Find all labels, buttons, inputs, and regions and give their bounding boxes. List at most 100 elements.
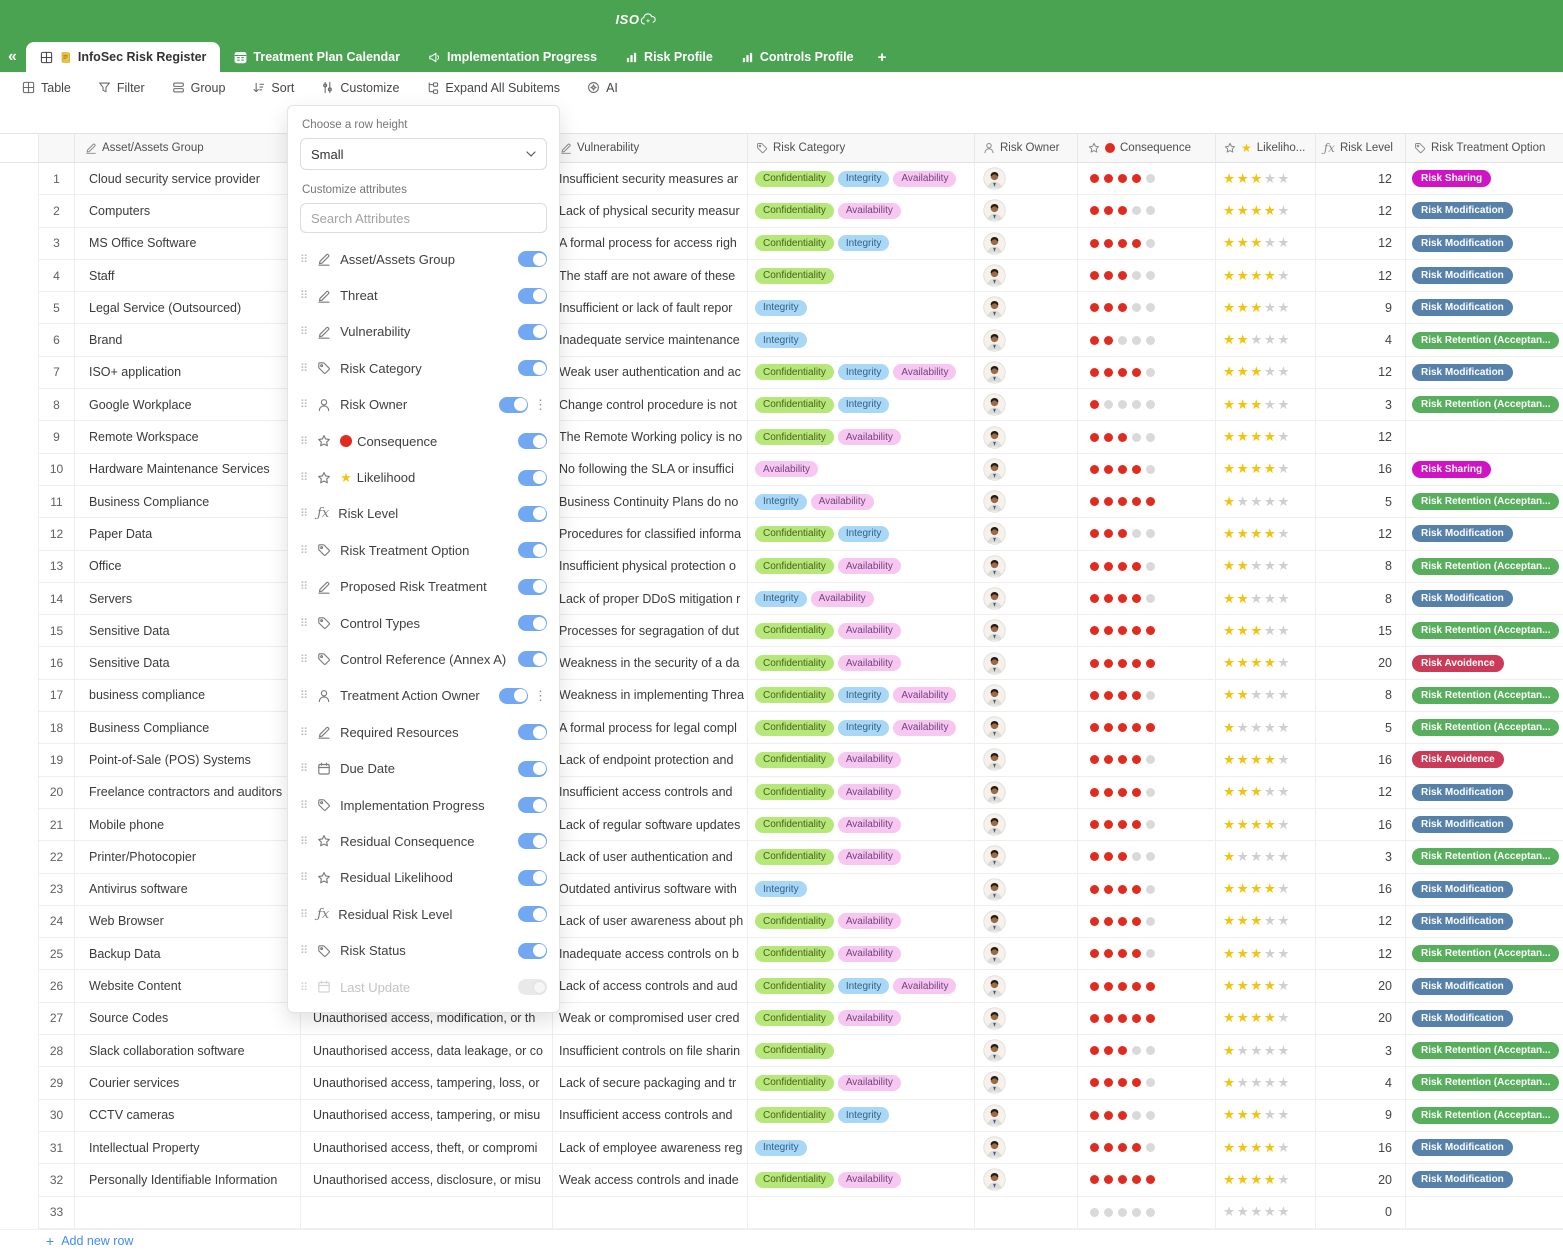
cell-asset[interactable]: Legal Service (Outsourced) bbox=[75, 292, 301, 324]
row-number[interactable]: 15 bbox=[38, 615, 75, 647]
cell-risk-category[interactable]: ConfidentialityAvailability bbox=[748, 744, 975, 776]
cell-consequence[interactable] bbox=[1078, 163, 1216, 195]
cell-risk-treatment[interactable]: Risk Retention (Acceptan... bbox=[1406, 486, 1563, 518]
cell-vulnerability[interactable]: Lack of access controls and aud bbox=[553, 970, 748, 1002]
attribute-menu-icon[interactable]: ⋮ bbox=[534, 397, 547, 413]
cell-risk-level[interactable]: 16 bbox=[1316, 809, 1406, 841]
cell-vulnerability[interactable]: A formal process for legal compl bbox=[553, 712, 748, 744]
cell-vulnerability[interactable]: Weak or compromised user cred bbox=[553, 1003, 748, 1035]
toolbar-group[interactable]: Group bbox=[172, 81, 226, 95]
attribute-row-consequence[interactable]: ⠿ Consequence bbox=[300, 423, 547, 459]
toggle-vulnerability[interactable] bbox=[518, 324, 547, 340]
toggle-asset-assets-group[interactable] bbox=[518, 251, 547, 267]
cell-risk-owner[interactable] bbox=[975, 292, 1078, 324]
cell-asset[interactable]: Computers bbox=[75, 195, 301, 227]
cell-risk-category[interactable]: ConfidentialityAvailability bbox=[748, 1067, 975, 1099]
cell-risk-category[interactable]: ConfidentialityAvailability bbox=[748, 647, 975, 679]
cell-risk-treatment[interactable]: Risk Retention (Acceptan... bbox=[1406, 1035, 1563, 1067]
row-number[interactable]: 7 bbox=[38, 357, 75, 389]
cell-consequence[interactable] bbox=[1078, 228, 1216, 260]
toggle-control-reference-annex-a[interactable] bbox=[518, 651, 547, 667]
cell-asset[interactable]: ISO+ application bbox=[75, 357, 301, 389]
toggle-treatment-action-owner[interactable] bbox=[499, 688, 528, 704]
cell-risk-category[interactable]: ConfidentialityIntegrity bbox=[748, 228, 975, 260]
cell-risk-treatment[interactable] bbox=[1406, 421, 1563, 453]
cell-risk-level[interactable]: 12 bbox=[1316, 906, 1406, 938]
attribute-row-residual-consequence[interactable]: ⠿ Residual Consequence bbox=[300, 823, 547, 859]
drag-handle-icon[interactable]: ⠿ bbox=[300, 507, 308, 520]
cell-asset[interactable] bbox=[75, 1197, 301, 1229]
cell-risk-owner[interactable] bbox=[975, 583, 1078, 615]
row-number[interactable]: 13 bbox=[38, 551, 75, 583]
cell-risk-owner[interactable] bbox=[975, 1164, 1078, 1196]
cell-risk-level[interactable]: 4 bbox=[1316, 1067, 1406, 1099]
cell-risk-treatment[interactable]: Risk Retention (Acceptan... bbox=[1406, 389, 1563, 421]
cell-risk-owner[interactable] bbox=[975, 260, 1078, 292]
cell-risk-level[interactable]: 16 bbox=[1316, 454, 1406, 486]
cell-vulnerability[interactable]: Insufficient physical protection o bbox=[553, 551, 748, 583]
cell-asset[interactable]: Slack collaboration software bbox=[75, 1035, 301, 1067]
drag-handle-icon[interactable]: ⠿ bbox=[300, 617, 308, 630]
cell-threat[interactable]: Unauthorised access, tampering, loss, or bbox=[301, 1067, 553, 1099]
cell-risk-level[interactable]: 12 bbox=[1316, 228, 1406, 260]
cell-consequence[interactable] bbox=[1078, 421, 1216, 453]
cell-consequence[interactable] bbox=[1078, 486, 1216, 518]
cell-risk-level[interactable]: 3 bbox=[1316, 841, 1406, 873]
cell-asset[interactable]: Sensitive Data bbox=[75, 647, 301, 679]
cell-asset[interactable]: Sensitive Data bbox=[75, 615, 301, 647]
cell-risk-treatment[interactable]: Risk Modification bbox=[1406, 809, 1563, 841]
attribute-row-threat[interactable]: ⠿ Threat bbox=[300, 277, 547, 313]
cell-threat[interactable]: Unauthorised access, tampering, or misu bbox=[301, 1100, 553, 1132]
drag-handle-icon[interactable]: ⠿ bbox=[300, 871, 308, 884]
attribute-row-risk-status[interactable]: ⠿ Risk Status bbox=[300, 932, 547, 968]
cell-likelihood[interactable]: ★★★★★ bbox=[1216, 1100, 1316, 1132]
cell-consequence[interactable] bbox=[1078, 1067, 1216, 1099]
row-height-select[interactable]: Small bbox=[300, 138, 547, 170]
drag-handle-icon[interactable]: ⠿ bbox=[300, 398, 308, 411]
cell-risk-treatment[interactable]: Risk Modification bbox=[1406, 777, 1563, 809]
cell-risk-category[interactable]: ConfidentialityIntegrity bbox=[748, 389, 975, 421]
cell-vulnerability[interactable]: Change control procedure is not bbox=[553, 389, 748, 421]
cell-likelihood[interactable]: ★★★★★ bbox=[1216, 389, 1316, 421]
cell-asset[interactable]: Website Content bbox=[75, 970, 301, 1002]
cell-likelihood[interactable]: ★★★★★ bbox=[1216, 874, 1316, 906]
cell-risk-owner[interactable] bbox=[975, 518, 1078, 550]
cell-likelihood[interactable]: ★★★★★ bbox=[1216, 228, 1316, 260]
cell-risk-owner[interactable] bbox=[975, 906, 1078, 938]
cell-risk-owner[interactable] bbox=[975, 389, 1078, 421]
cell-risk-treatment[interactable]: Risk Modification bbox=[1406, 1164, 1563, 1196]
cell-likelihood[interactable]: ★★★★★ bbox=[1216, 712, 1316, 744]
cell-consequence[interactable] bbox=[1078, 970, 1216, 1002]
cell-likelihood[interactable]: ★★★★★ bbox=[1216, 744, 1316, 776]
toolbar-sort[interactable]: Sort bbox=[252, 81, 294, 95]
toggle-control-types[interactable] bbox=[518, 615, 547, 631]
toggle-risk-treatment-option[interactable] bbox=[518, 542, 547, 558]
cell-risk-owner[interactable] bbox=[975, 1067, 1078, 1099]
cell-vulnerability[interactable]: Outdated antivirus software with bbox=[553, 874, 748, 906]
cell-likelihood[interactable]: ★★★★★ bbox=[1216, 680, 1316, 712]
attribute-row-risk-owner[interactable]: ⠿ Risk Owner ⋮ bbox=[300, 387, 547, 423]
cell-risk-owner[interactable] bbox=[975, 324, 1078, 356]
cell-risk-owner[interactable] bbox=[975, 551, 1078, 583]
cell-risk-category[interactable]: ConfidentialityAvailability bbox=[748, 777, 975, 809]
cell-risk-category[interactable]: ConfidentialityIntegrityAvailability bbox=[748, 712, 975, 744]
row-number[interactable]: 3 bbox=[38, 228, 75, 260]
cell-likelihood[interactable]: ★★★★★ bbox=[1216, 486, 1316, 518]
cell-risk-level[interactable]: 5 bbox=[1316, 486, 1406, 518]
cell-risk-treatment[interactable]: Risk Modification bbox=[1406, 518, 1563, 550]
cell-vulnerability[interactable]: Lack of user awareness about ph bbox=[553, 906, 748, 938]
tab-risk-profile[interactable]: Risk Profile bbox=[611, 42, 727, 72]
cell-vulnerability[interactable]: Weak user authentication and ac bbox=[553, 357, 748, 389]
header-vulnerability[interactable]: Vulnerability bbox=[553, 134, 748, 162]
cell-risk-owner[interactable] bbox=[975, 647, 1078, 679]
cell-vulnerability[interactable]: Processes for segragation of dut bbox=[553, 615, 748, 647]
cell-risk-level[interactable]: 12 bbox=[1316, 938, 1406, 970]
cell-risk-category[interactable]: ConfidentialityIntegrityAvailability bbox=[748, 357, 975, 389]
cell-asset[interactable]: Remote Workspace bbox=[75, 421, 301, 453]
row-number[interactable]: 16 bbox=[38, 647, 75, 679]
toolbar-expand-all-subitems[interactable]: Expand All Subitems bbox=[426, 81, 560, 95]
drag-handle-icon[interactable]: ⠿ bbox=[300, 762, 308, 775]
row-number[interactable]: 1 bbox=[38, 163, 75, 195]
cell-consequence[interactable] bbox=[1078, 1035, 1216, 1067]
header-likelihood[interactable]: ★Likeliho... bbox=[1216, 134, 1316, 162]
